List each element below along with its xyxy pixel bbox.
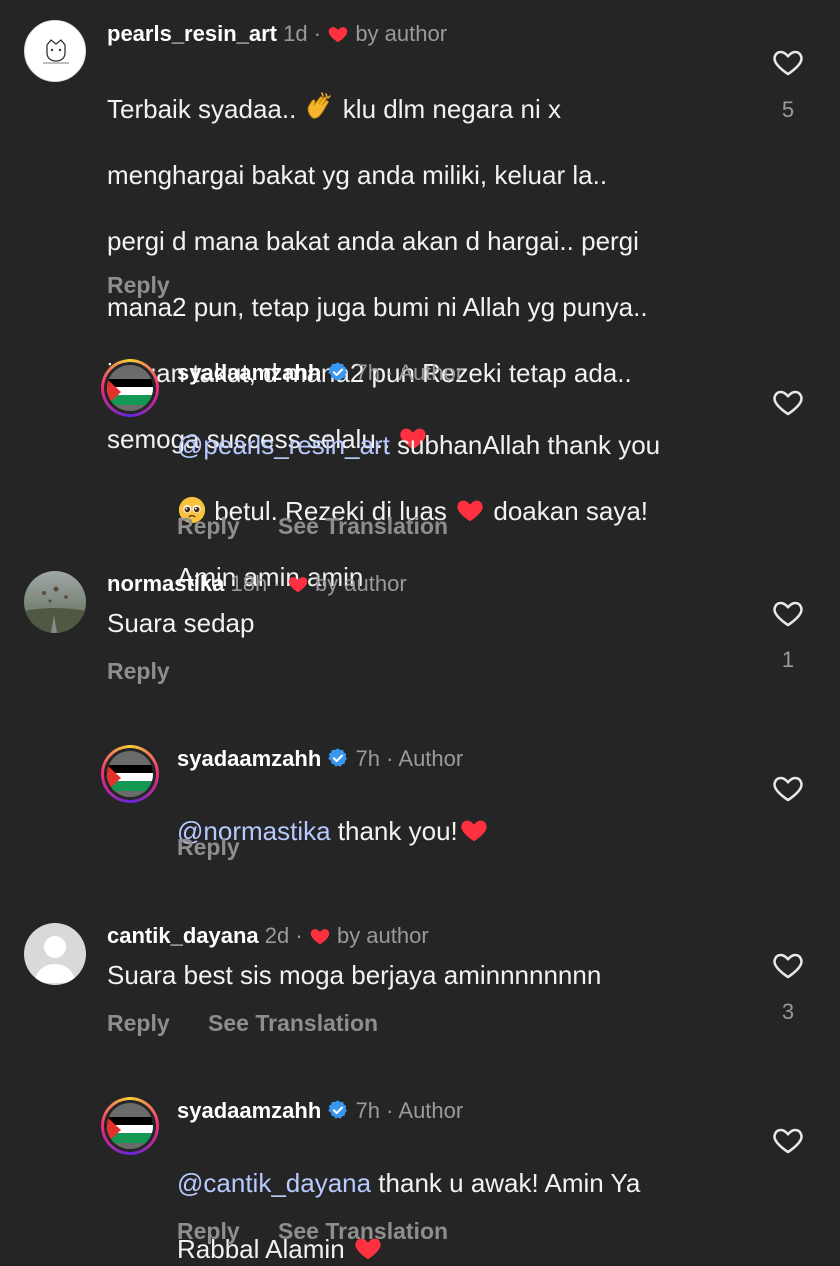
comment-actions: Reply See Translation — [177, 1218, 480, 1245]
username[interactable]: syadaamzahh — [177, 1098, 321, 1123]
reply-button[interactable]: Reply — [107, 272, 170, 298]
comment-meta: syadaamzahh 7h · Author — [177, 745, 463, 773]
see-translation-button[interactable]: See Translation — [278, 513, 448, 539]
author-label: Author — [398, 746, 464, 771]
timestamp: 2d — [264, 923, 290, 948]
comment-meta: normastika 18h · by author — [107, 570, 407, 598]
avatar[interactable] — [24, 571, 86, 633]
separator: · — [273, 571, 287, 596]
like-heart-icon[interactable] — [771, 46, 805, 78]
separator: · — [295, 923, 309, 948]
username[interactable]: syadaamzahh — [177, 746, 321, 771]
liked-by-author-label: by author — [336, 923, 429, 948]
red-heart-icon — [458, 815, 490, 845]
like-count: 1 — [781, 647, 795, 672]
resin-logo-icon — [25, 21, 85, 81]
heart-filled-icon — [327, 23, 349, 45]
reply-syadaamzahh-3: syadaamzahh 7h · Author @cantik_dayana t… — [0, 1078, 840, 1264]
palestine-flag-icon — [107, 365, 153, 411]
reply-button[interactable]: Reply — [107, 1010, 170, 1036]
comment-meta: pearls_resin_art 1d · by author — [107, 20, 447, 48]
separator: · — [386, 1098, 399, 1123]
comment-actions: Reply — [107, 658, 202, 685]
heart-filled-icon — [287, 573, 309, 595]
mention-link[interactable]: @cantik_dayana — [177, 1168, 371, 1198]
avatar[interactable] — [101, 1097, 159, 1155]
heart-filled-icon — [309, 925, 331, 947]
verified-badge-icon — [327, 361, 349, 383]
verified-badge-icon — [327, 1099, 349, 1121]
reply-syadaamzahh-2: syadaamzahh 7h · Author @normastika than… — [0, 726, 840, 896]
comment-meta: syadaamzahh 7h · Author — [177, 1097, 463, 1125]
avatar[interactable] — [24, 923, 86, 985]
reply-button[interactable]: Reply — [177, 834, 240, 860]
timestamp: 7h — [355, 360, 381, 385]
like-count: 5 — [781, 97, 795, 122]
comment-meta: cantik_dayana 2d · by author — [107, 922, 429, 950]
reply-button[interactable]: Reply — [177, 513, 240, 539]
username[interactable]: pearls_resin_art — [107, 21, 277, 46]
like-heart-icon[interactable] — [771, 949, 805, 981]
comment-actions: Reply See Translation — [107, 1010, 410, 1037]
username[interactable]: cantik_dayana — [107, 923, 259, 948]
landscape-photo-icon — [24, 586, 86, 633]
reply-button[interactable]: Reply — [177, 1218, 240, 1244]
comment-text: Suara sedap — [107, 608, 255, 638]
see-translation-button[interactable]: See Translation — [278, 1218, 448, 1244]
verified-badge-icon — [327, 747, 349, 769]
username[interactable]: syadaamzahh — [177, 360, 321, 385]
like-heart-icon[interactable] — [771, 1124, 805, 1156]
comment-text: Suara best sis moga berjaya aminnnnnnnn — [107, 960, 602, 990]
avatar[interactable] — [101, 359, 159, 417]
liked-by-author-label: by author — [355, 21, 448, 46]
liked-by-author-label: by author — [314, 571, 407, 596]
username[interactable]: normastika — [107, 571, 224, 596]
palestine-flag-icon — [107, 751, 153, 797]
timestamp: 1d — [283, 21, 308, 46]
separator: · — [386, 360, 399, 385]
like-count: 3 — [781, 999, 795, 1024]
comment-pearls-resin-art: pearls_resin_art 1d · by author Terbaik … — [0, 0, 840, 454]
timestamp: 18h — [230, 571, 268, 596]
separator: · — [386, 746, 399, 771]
comment-meta: syadaamzahh 7h · Author — [177, 359, 463, 387]
comment-cantik-dayana: cantik_dayana 2d · by author Suara best … — [0, 912, 840, 1072]
timestamp: 7h — [355, 1098, 381, 1123]
avatar[interactable] — [24, 20, 86, 82]
reply-syadaamzahh-1: syadaamzahh 7h · Author @pearls_resin_ar… — [0, 340, 840, 592]
clapping-hands-icon — [304, 91, 336, 123]
like-heart-icon[interactable] — [771, 597, 805, 629]
comment-actions: Reply — [177, 834, 272, 861]
reply-button[interactable]: Reply — [107, 658, 170, 684]
see-translation-button[interactable]: See Translation — [208, 1010, 378, 1036]
separator: · — [313, 21, 328, 46]
comment-normastika: normastika 18h · by author Suara sedap R… — [0, 560, 840, 720]
mention-link[interactable]: @pearls_resin_art — [177, 430, 390, 460]
author-label: Author — [398, 1098, 464, 1123]
like-heart-icon[interactable] — [771, 772, 805, 804]
author-label: Author — [398, 360, 464, 385]
comment-actions: Reply — [107, 272, 202, 299]
default-avatar-icon — [34, 936, 76, 983]
timestamp: 7h — [355, 746, 381, 771]
comment-text: @cantik_dayana thank u awak! Amin Ya Rab… — [177, 1168, 641, 1264]
like-heart-icon[interactable] — [771, 386, 805, 418]
comment-actions: Reply See Translation — [177, 513, 480, 540]
palestine-flag-icon — [107, 1103, 153, 1149]
avatar[interactable] — [101, 745, 159, 803]
